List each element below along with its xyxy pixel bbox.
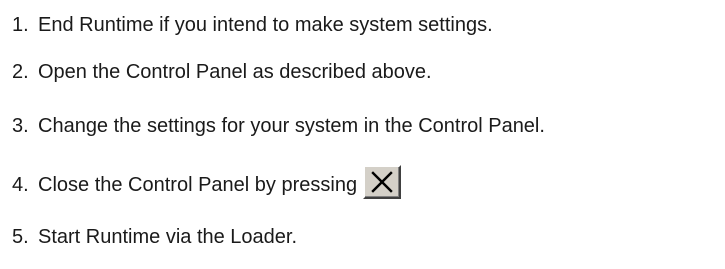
- close-button[interactable]: [363, 165, 402, 199]
- step-text: Open the Control Panel as described abov…: [38, 61, 432, 83]
- step-number: 5.: [12, 226, 29, 248]
- step-number: 1.: [12, 14, 29, 36]
- list-item: 3. Change the settings for your system i…: [12, 114, 545, 138]
- instruction-list: 1. End Runtime if you intend to make sys…: [0, 0, 725, 269]
- step-number: 4.: [12, 174, 29, 196]
- step-text: End Runtime if you intend to make system…: [38, 14, 493, 36]
- step-text: Close the Control Panel by pressing: [38, 174, 358, 196]
- step-text: Change the settings for your system in t…: [38, 115, 545, 137]
- list-item: 5. Start Runtime via the Loader.: [12, 225, 297, 249]
- step-text: Start Runtime via the Loader.: [38, 226, 298, 248]
- step-number: 3.: [12, 115, 29, 137]
- step-number: 2.: [12, 61, 29, 83]
- list-item: 1. End Runtime if you intend to make sys…: [12, 13, 493, 37]
- close-icon: [371, 171, 393, 193]
- list-item: 2. Open the Control Panel as described a…: [12, 60, 432, 84]
- list-item: 4. Close the Control Panel by pressing: [12, 165, 402, 202]
